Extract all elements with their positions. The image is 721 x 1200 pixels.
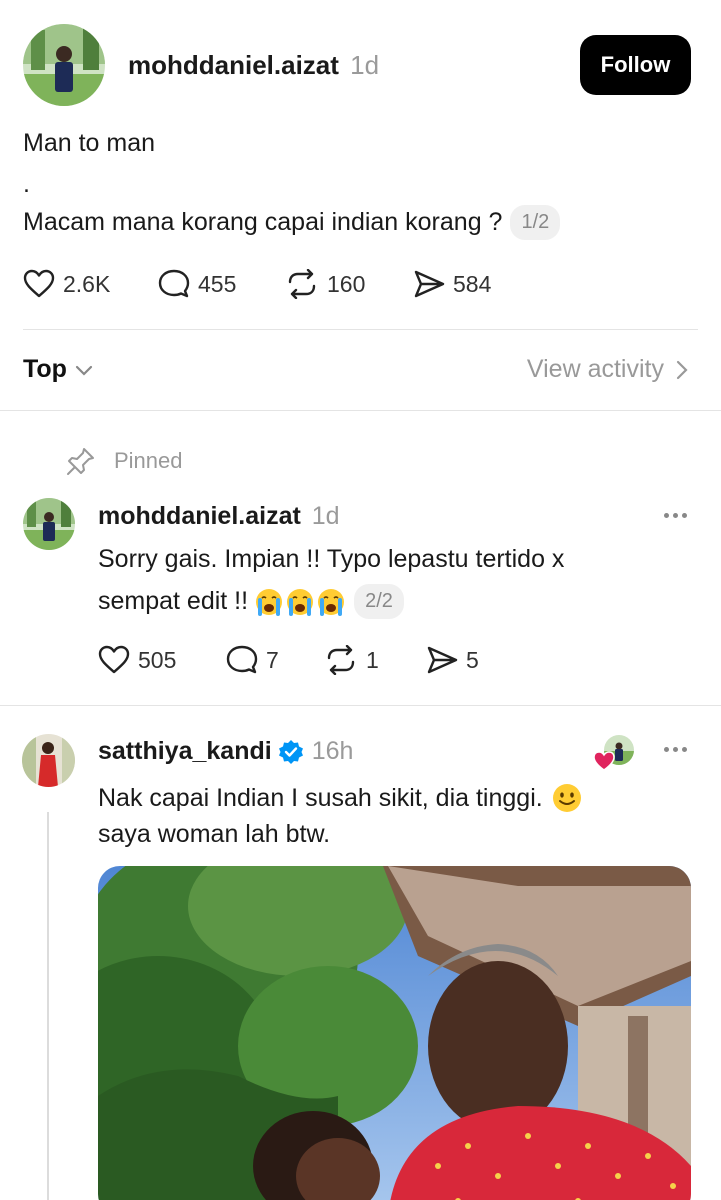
crying-face-icon [318, 588, 345, 616]
section-divider [0, 410, 721, 411]
reply-share-count: 5 [466, 646, 479, 673]
repost-count: 160 [327, 270, 366, 297]
view-activity-link[interactable]: View activity [527, 355, 688, 384]
slightly-smiling-face-icon [552, 784, 581, 812]
repost-icon [288, 269, 316, 299]
repost-icon [327, 645, 355, 675]
pinned-label: Pinned [114, 448, 183, 473]
reply-comment-count: 7 [266, 646, 279, 673]
send-icon [427, 646, 458, 674]
comment-icon [158, 269, 190, 298]
crying-face-icon [287, 588, 314, 616]
repost-button[interactable]: 160 [285, 269, 365, 299]
post-text-line1: Man to man [23, 129, 156, 157]
reply-author-avatar[interactable] [23, 498, 75, 550]
divider [23, 329, 698, 330]
comment-icon [226, 645, 258, 674]
like-count: 2.6K [63, 270, 111, 297]
pin-icon [67, 448, 94, 475]
view-activity-label: View activity [526, 355, 664, 383]
liked-heart-icon [593, 751, 615, 771]
author-username[interactable]: mohddaniel.aizat 1d [128, 50, 379, 81]
reply-like-button[interactable]: 505 [98, 645, 176, 675]
comment-button[interactable]: 455 [158, 269, 236, 299]
commenter-text-row1: Nak capai Indian I susah sikit, dia ting… [98, 782, 583, 814]
more-options-icon[interactable] [664, 747, 687, 752]
reply-username-text[interactable]: mohddaniel.aizat [98, 502, 301, 530]
post-text-line3: Macam mana korang capai indian korang ? [23, 208, 503, 236]
commenter-time: 16h [311, 737, 354, 765]
post-time: 1d [350, 50, 380, 80]
heart-icon [23, 269, 55, 298]
reply-author-avatar-image [23, 498, 75, 550]
commenter-avatar[interactable] [22, 734, 75, 787]
more-options-icon[interactable] [664, 513, 687, 518]
thread-line [47, 812, 49, 1200]
author-username-text[interactable]: mohddaniel.aizat [128, 50, 339, 80]
commenter-text-line2: saya woman lah btw. [98, 820, 331, 848]
post-text-row3: Macam mana korang capai indian korang ? … [23, 205, 561, 240]
reply-author-username[interactable]: mohddaniel.aizat 1d [98, 502, 340, 531]
commenter-username-text[interactable]: satthiya_kandi [98, 737, 272, 766]
reply-repost-button[interactable]: 1 [324, 645, 379, 675]
pinned-indicator: Pinned [66, 446, 183, 476]
author-avatar-image [23, 24, 105, 106]
reply-share-button[interactable]: 5 [426, 645, 479, 675]
section-divider [0, 705, 721, 706]
verified-badge-icon [278, 739, 303, 764]
commenter-username[interactable]: satthiya_kandi 16h [98, 737, 353, 766]
commenter-text-line1: Nak capai Indian I susah sikit, dia ting… [98, 783, 543, 812]
chevron-down-icon [75, 365, 93, 376]
send-icon [414, 270, 445, 298]
comment-count: 455 [198, 270, 237, 297]
follow-button[interactable]: Follow [580, 35, 691, 95]
reply-comment-button[interactable]: 7 [226, 645, 279, 675]
reply-text-row2: sempat edit !! 2/2 [98, 584, 404, 619]
reply-photo[interactable] [98, 866, 691, 1200]
sort-label: Top [23, 355, 67, 383]
sort-dropdown[interactable]: Top [23, 355, 93, 384]
heart-icon [98, 645, 130, 674]
post-text-line2: . [23, 170, 30, 198]
reply-text-line2: sempat edit !! [98, 587, 249, 615]
crying-face-icon [256, 588, 283, 616]
reply-page-indicator: 2/2 [354, 584, 404, 619]
chevron-right-icon [676, 360, 688, 379]
reply-time: 1d [311, 502, 340, 530]
crying-emojis [254, 587, 346, 617]
like-button[interactable]: 2.6K [23, 269, 110, 299]
author-avatar[interactable] [23, 24, 105, 106]
commenter-avatar-image [22, 734, 75, 787]
reply-repost-count: 1 [366, 646, 379, 673]
reply-text-line1: Sorry gais. Impian !! Typo lepastu terti… [98, 545, 565, 573]
share-count: 584 [453, 270, 492, 297]
post-page-indicator: 1/2 [510, 205, 561, 240]
share-button[interactable]: 584 [413, 269, 491, 299]
reply-photo-image [98, 866, 691, 1200]
reply-like-count: 505 [138, 646, 177, 673]
